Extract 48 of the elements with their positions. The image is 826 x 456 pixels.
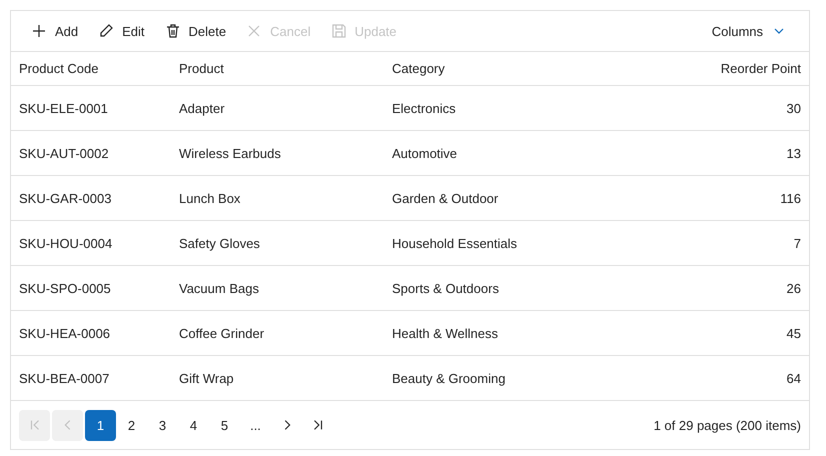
columns-button[interactable]: Columns — [700, 20, 797, 42]
add-button[interactable]: Add — [23, 19, 86, 43]
table-cell-text: Adapter — [178, 100, 226, 116]
page-button[interactable]: 4 — [178, 410, 209, 440]
table-cell-text: Electronics — [391, 100, 457, 116]
table-cell-text: Gift Wrap — [178, 370, 235, 386]
table-cell-text: SKU-GAR-0003 — [18, 190, 112, 206]
table-cell-text: Health & Wellness — [391, 326, 499, 340]
plus-icon — [31, 23, 47, 39]
table-cell-text: 30 — [786, 100, 802, 116]
pencil-icon — [98, 23, 114, 39]
save-icon — [330, 23, 347, 39]
column-header[interactable]: Category — [384, 61, 596, 76]
table-cell-text: 116 — [779, 190, 802, 206]
table-cell-text: SKU-AUT-0002 — [18, 146, 110, 160]
table-cell-text: Garden & Outdoor — [391, 190, 500, 206]
table-cell-text: Household Essentials — [391, 236, 518, 250]
close-icon — [246, 23, 262, 39]
column-header[interactable]: Product Code — [11, 61, 171, 76]
table-cell-text: 26 — [786, 280, 802, 296]
table-cell-text: 64 — [786, 370, 802, 386]
edit-button[interactable]: Edit — [90, 19, 153, 43]
table-cell-text: SKU-SPO-0005 — [18, 280, 112, 296]
column-header[interactable]: Reorder Point — [596, 61, 809, 76]
column-header[interactable]: Product — [171, 61, 384, 76]
table-cell-text: 45 — [786, 326, 802, 340]
table-cell-text: Wireless Earbuds — [178, 146, 282, 160]
table-cell-text: Vacuum Bags — [178, 280, 260, 296]
table-cell-text: 13 — [786, 146, 802, 160]
page-button[interactable]: 3 — [147, 410, 178, 440]
table-cell-text: Safety Gloves — [178, 236, 261, 250]
table-cell-text: SKU-ELE-0001 — [18, 100, 109, 116]
table-cell-text: Coffee Grinder — [178, 326, 266, 340]
trash-icon — [164, 23, 181, 39]
delete-button[interactable]: Delete — [156, 19, 234, 43]
page-button[interactable]: 1 — [85, 410, 116, 440]
page-button[interactable]: 5 — [209, 410, 240, 440]
table-cell-text: SKU-BEA-0007 — [18, 370, 110, 386]
page-ellipsis[interactable]: ... — [240, 410, 271, 440]
table-cell-text: Sports & Outdoors — [391, 280, 500, 296]
page-info: 1 of 29 pages (200 items) — [654, 418, 801, 432]
table-cell-text: 7 — [792, 236, 802, 250]
page-button[interactable]: 2 — [116, 410, 147, 440]
table-cell-text: SKU-HEA-0006 — [18, 326, 112, 340]
table-cell-text: SKU-HOU-0004 — [18, 236, 114, 250]
table-cell-text: Lunch Box — [178, 190, 242, 206]
table-cell-text: Beauty & Grooming — [391, 370, 506, 386]
table-cell-text: Automotive — [391, 146, 458, 160]
